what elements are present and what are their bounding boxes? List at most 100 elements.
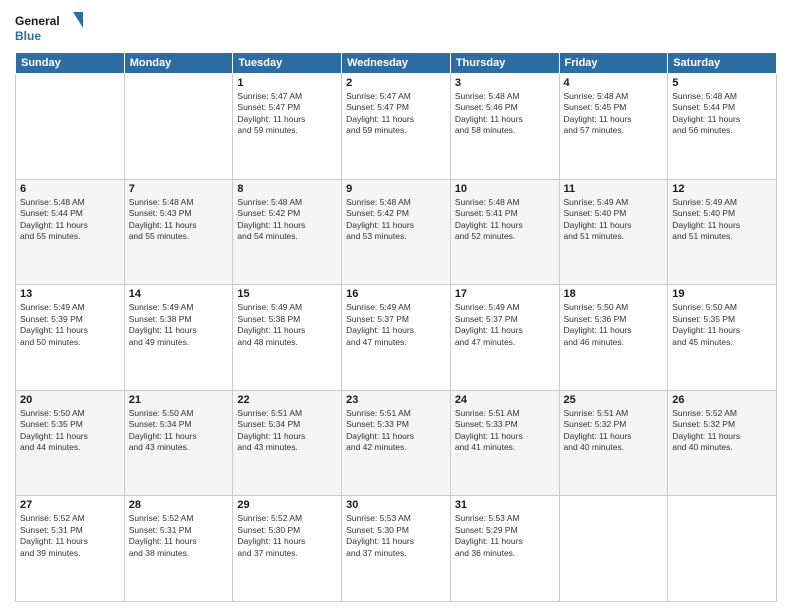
week-row-2: 6 Sunrise: 5:48 AM Sunset: 5:44 PM Daylig… <box>16 179 777 285</box>
day-info: Sunrise: 5:49 AM Sunset: 5:40 PM Dayligh… <box>564 197 664 243</box>
calendar-cell: 10Sunrise: 5:48 AM Sunset: 5:41 PM Dayli… <box>450 179 559 285</box>
day-number: 28 <box>129 499 229 511</box>
calendar-cell: 29 Sunrise: 5:52 AM Sunset: 5:30 PM Dayli… <box>233 496 342 602</box>
calendar-cell <box>668 496 777 602</box>
day-info: Sunrise: 5:47 AM Sunset: 5:47 PM Dayligh… <box>237 91 337 137</box>
day-info: Sunrise: 5:49 AM Sunset: 5:38 PM Dayligh… <box>129 302 229 348</box>
calendar-cell: 18 Sunrise: 5:50 AM Sunset: 5:36 PM Dayli… <box>559 285 668 391</box>
calendar-cell: 12 Sunrise: 5:49 AM Sunset: 5:40 PM Dayli… <box>668 179 777 285</box>
day-info: Sunrise: 5:48 AM Sunset: 5:44 PM Dayligh… <box>20 197 120 243</box>
day-number: 15 <box>237 288 337 300</box>
calendar-cell: 28 Sunrise: 5:52 AM Sunset: 5:31 PM Dayli… <box>124 496 233 602</box>
day-number: 11 <box>564 183 664 195</box>
day-number: 5 <box>672 77 772 89</box>
day-number: 18 <box>564 288 664 300</box>
header: General Blue <box>15 10 777 46</box>
calendar-cell: 14 Sunrise: 5:49 AM Sunset: 5:38 PM Dayli… <box>124 285 233 391</box>
day-header-sunday: Sunday <box>16 53 125 74</box>
calendar-cell <box>16 74 125 180</box>
day-info: Sunrise: 5:51 AM Sunset: 5:33 PM Dayligh… <box>455 408 555 454</box>
logo: General Blue <box>15 10 85 46</box>
day-info: Sunrise: 5:50 AM Sunset: 5:34 PM Dayligh… <box>129 408 229 454</box>
week-row-4: 20 Sunrise: 5:50 AM Sunset: 5:35 PM Dayli… <box>16 390 777 496</box>
day-info: Sunrise: 5:49 AM Sunset: 5:37 PM Dayligh… <box>455 302 555 348</box>
day-number: 6 <box>20 183 120 195</box>
day-number: 17 <box>455 288 555 300</box>
day-number: 30 <box>346 499 446 511</box>
day-header-friday: Friday <box>559 53 668 74</box>
week-row-5: 27Sunrise: 5:52 AM Sunset: 5:31 PM Dayli… <box>16 496 777 602</box>
calendar-cell: 1 Sunrise: 5:47 AM Sunset: 5:47 PM Daylig… <box>233 74 342 180</box>
svg-text:Blue: Blue <box>15 29 41 43</box>
calendar-cell: 23 Sunrise: 5:51 AM Sunset: 5:33 PM Dayli… <box>342 390 451 496</box>
day-info: Sunrise: 5:49 AM Sunset: 5:38 PM Dayligh… <box>237 302 337 348</box>
day-number: 25 <box>564 394 664 406</box>
day-header-saturday: Saturday <box>668 53 777 74</box>
calendar-cell <box>559 496 668 602</box>
calendar-cell: 16Sunrise: 5:49 AM Sunset: 5:37 PM Dayli… <box>342 285 451 391</box>
day-info: Sunrise: 5:52 AM Sunset: 5:31 PM Dayligh… <box>20 513 120 559</box>
day-number: 10 <box>455 183 555 195</box>
day-number: 8 <box>237 183 337 195</box>
day-number: 7 <box>129 183 229 195</box>
page: General Blue SundayMondayTuesdayWednesda… <box>0 0 792 612</box>
day-header-thursday: Thursday <box>450 53 559 74</box>
day-info: Sunrise: 5:48 AM Sunset: 5:42 PM Dayligh… <box>346 197 446 243</box>
calendar-cell: 3Sunrise: 5:48 AM Sunset: 5:46 PM Daylig… <box>450 74 559 180</box>
calendar-cell: 2 Sunrise: 5:47 AM Sunset: 5:47 PM Daylig… <box>342 74 451 180</box>
day-number: 21 <box>129 394 229 406</box>
day-number: 14 <box>129 288 229 300</box>
calendar-cell: 21 Sunrise: 5:50 AM Sunset: 5:34 PM Dayli… <box>124 390 233 496</box>
calendar-cell: 19Sunrise: 5:50 AM Sunset: 5:35 PM Dayli… <box>668 285 777 391</box>
week-row-1: 1 Sunrise: 5:47 AM Sunset: 5:47 PM Daylig… <box>16 74 777 180</box>
day-header-tuesday: Tuesday <box>233 53 342 74</box>
calendar-cell: 15 Sunrise: 5:49 AM Sunset: 5:38 PM Dayli… <box>233 285 342 391</box>
calendar-cell: 6 Sunrise: 5:48 AM Sunset: 5:44 PM Daylig… <box>16 179 125 285</box>
day-number: 12 <box>672 183 772 195</box>
calendar-cell: 5Sunrise: 5:48 AM Sunset: 5:44 PM Daylig… <box>668 74 777 180</box>
day-info: Sunrise: 5:53 AM Sunset: 5:29 PM Dayligh… <box>455 513 555 559</box>
day-info: Sunrise: 5:50 AM Sunset: 5:36 PM Dayligh… <box>564 302 664 348</box>
day-number: 16 <box>346 288 446 300</box>
day-number: 2 <box>346 77 446 89</box>
calendar-cell: 27Sunrise: 5:52 AM Sunset: 5:31 PM Dayli… <box>16 496 125 602</box>
calendar-cell: 13 Sunrise: 5:49 AM Sunset: 5:39 PM Dayli… <box>16 285 125 391</box>
day-info: Sunrise: 5:49 AM Sunset: 5:40 PM Dayligh… <box>672 197 772 243</box>
day-info: Sunrise: 5:52 AM Sunset: 5:32 PM Dayligh… <box>672 408 772 454</box>
day-info: Sunrise: 5:52 AM Sunset: 5:30 PM Dayligh… <box>237 513 337 559</box>
calendar-cell: 17 Sunrise: 5:49 AM Sunset: 5:37 PM Dayli… <box>450 285 559 391</box>
calendar-cell: 26 Sunrise: 5:52 AM Sunset: 5:32 PM Dayli… <box>668 390 777 496</box>
calendar-cell: 4Sunrise: 5:48 AM Sunset: 5:45 PM Daylig… <box>559 74 668 180</box>
logo-svg: General Blue <box>15 10 85 46</box>
day-number: 1 <box>237 77 337 89</box>
calendar-cell <box>124 74 233 180</box>
day-number: 26 <box>672 394 772 406</box>
calendar-cell: 30 Sunrise: 5:53 AM Sunset: 5:30 PM Dayli… <box>342 496 451 602</box>
day-header-monday: Monday <box>124 53 233 74</box>
day-number: 9 <box>346 183 446 195</box>
calendar-cell: 31Sunrise: 5:53 AM Sunset: 5:29 PM Dayli… <box>450 496 559 602</box>
day-info: Sunrise: 5:51 AM Sunset: 5:32 PM Dayligh… <box>564 408 664 454</box>
day-info: Sunrise: 5:47 AM Sunset: 5:47 PM Dayligh… <box>346 91 446 137</box>
calendar-cell: 20 Sunrise: 5:50 AM Sunset: 5:35 PM Dayli… <box>16 390 125 496</box>
day-info: Sunrise: 5:48 AM Sunset: 5:45 PM Dayligh… <box>564 91 664 137</box>
day-number: 3 <box>455 77 555 89</box>
day-info: Sunrise: 5:50 AM Sunset: 5:35 PM Dayligh… <box>20 408 120 454</box>
day-number: 22 <box>237 394 337 406</box>
day-number: 23 <box>346 394 446 406</box>
day-info: Sunrise: 5:53 AM Sunset: 5:30 PM Dayligh… <box>346 513 446 559</box>
day-info: Sunrise: 5:49 AM Sunset: 5:39 PM Dayligh… <box>20 302 120 348</box>
day-number: 19 <box>672 288 772 300</box>
day-number: 13 <box>20 288 120 300</box>
day-number: 29 <box>237 499 337 511</box>
calendar-cell: 25 Sunrise: 5:51 AM Sunset: 5:32 PM Dayli… <box>559 390 668 496</box>
calendar-cell: 22Sunrise: 5:51 AM Sunset: 5:34 PM Dayli… <box>233 390 342 496</box>
day-number: 20 <box>20 394 120 406</box>
calendar-cell: 8 Sunrise: 5:48 AM Sunset: 5:42 PM Daylig… <box>233 179 342 285</box>
calendar-cell: 11 Sunrise: 5:49 AM Sunset: 5:40 PM Dayli… <box>559 179 668 285</box>
day-info: Sunrise: 5:52 AM Sunset: 5:31 PM Dayligh… <box>129 513 229 559</box>
day-number: 24 <box>455 394 555 406</box>
week-row-3: 13 Sunrise: 5:49 AM Sunset: 5:39 PM Dayli… <box>16 285 777 391</box>
day-info: Sunrise: 5:48 AM Sunset: 5:42 PM Dayligh… <box>237 197 337 243</box>
day-info: Sunrise: 5:51 AM Sunset: 5:33 PM Dayligh… <box>346 408 446 454</box>
